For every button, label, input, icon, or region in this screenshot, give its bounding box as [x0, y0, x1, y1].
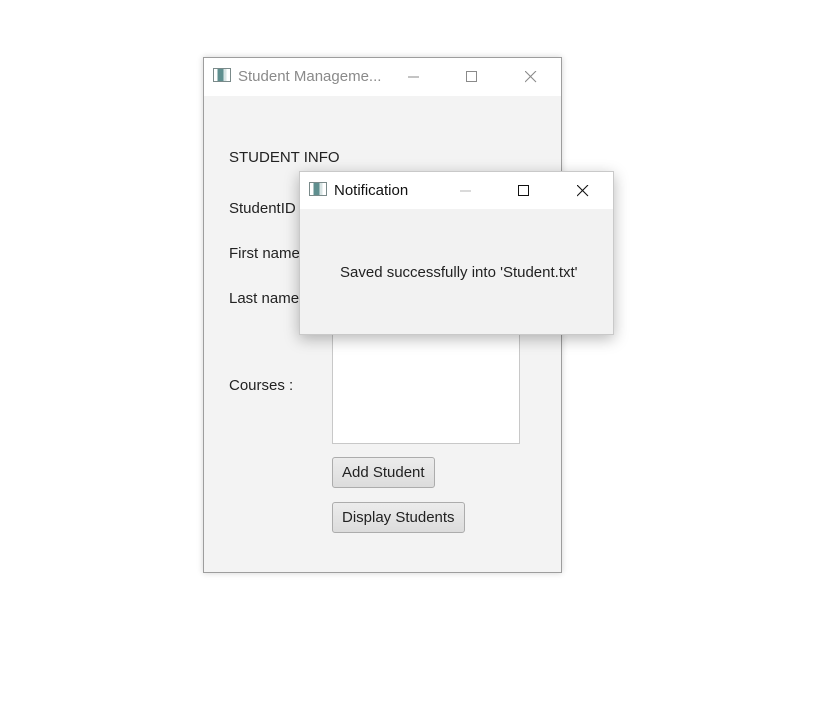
maximize-button[interactable] [449, 58, 495, 96]
student-id-label: StudentID [229, 200, 296, 217]
maximize-icon [466, 71, 477, 82]
desktop: Student Manageme... STUDENT INFO Student… [0, 0, 839, 717]
courses-label: Courses : [229, 377, 294, 394]
notification-close-button[interactable] [560, 172, 606, 210]
close-icon [577, 185, 589, 197]
notification-dialog: Notification Saved successfully into 'St… [299, 171, 614, 335]
courses-textarea[interactable] [332, 331, 520, 444]
notification-message: Saved successfully into 'Student.txt' [340, 264, 578, 281]
last-name-label: Last name [229, 290, 300, 307]
display-students-button[interactable]: Display Students [332, 502, 465, 533]
first-name-label: First name [229, 245, 300, 262]
app-window-icon [309, 182, 327, 196]
minimize-icon [460, 190, 471, 192]
close-button[interactable] [508, 58, 554, 96]
student-info-heading: STUDENT INFO [229, 149, 340, 166]
close-icon [525, 71, 537, 83]
notification-maximize-button[interactable] [501, 172, 547, 210]
main-titlebar[interactable]: Student Manageme... [204, 58, 561, 96]
notification-titlebar[interactable]: Notification [300, 172, 613, 209]
minimize-button[interactable] [391, 58, 437, 96]
minimize-icon [408, 76, 419, 78]
notification-minimize-button[interactable] [443, 172, 489, 210]
notification-title: Notification [334, 182, 409, 199]
app-window-icon [213, 68, 231, 82]
add-student-button[interactable]: Add Student [332, 457, 435, 488]
main-window-title: Student Manageme... [238, 68, 382, 85]
maximize-icon [518, 185, 529, 196]
